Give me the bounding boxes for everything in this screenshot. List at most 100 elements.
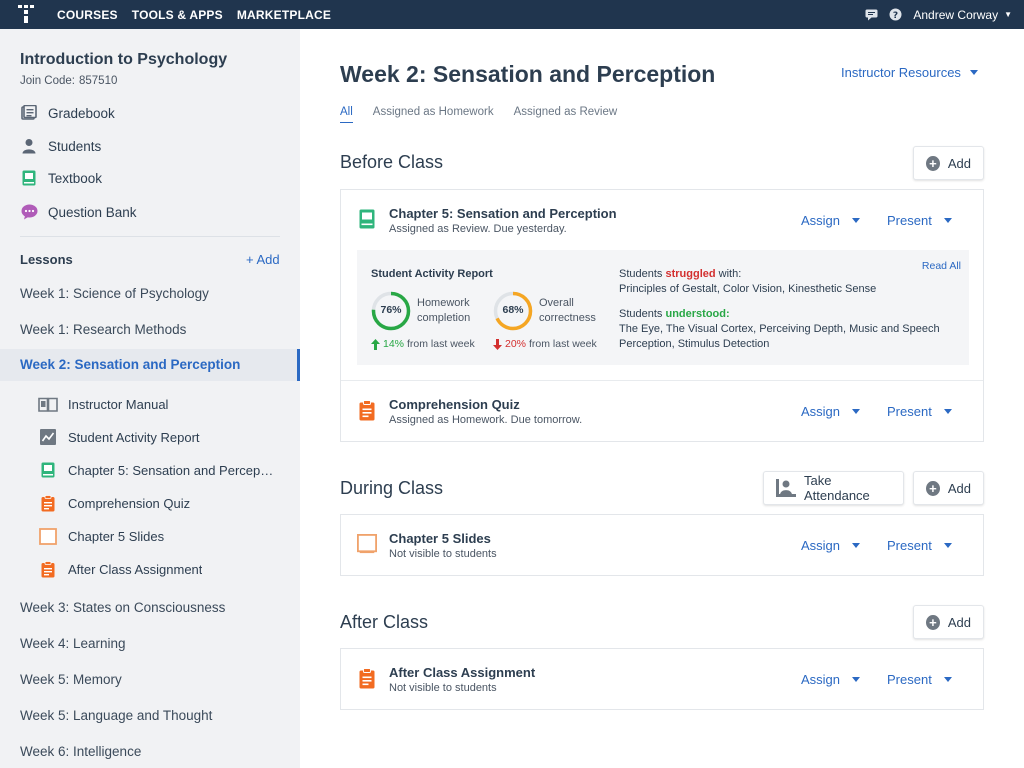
read-all-link[interactable]: Read All xyxy=(922,260,961,272)
take-attendance-button[interactable]: Take Attendance xyxy=(763,471,904,505)
nav-marketplace[interactable]: MARKETPLACE xyxy=(237,8,331,22)
understood-keyword: understood: xyxy=(665,308,730,320)
correctness-label: Overall correctness xyxy=(539,296,596,326)
after-class-card: After Class Assignment Not visible to st… xyxy=(340,648,984,710)
present-dropdown[interactable]: Present xyxy=(887,404,952,419)
homework-completion-ring: 76% xyxy=(371,291,411,331)
lesson-week-1-science[interactable]: Week 1: Science of Psychology xyxy=(20,286,209,301)
section-title-during-class: During Class xyxy=(340,478,444,498)
lesson-item-comprehension-quiz[interactable]: Comprehension Quiz xyxy=(38,493,278,513)
lesson-week-2-active[interactable]: Week 2: Sensation and Perception xyxy=(0,349,300,381)
slides-icon xyxy=(357,533,377,555)
sidebar-link-gradebook[interactable]: Gradebook xyxy=(20,103,115,123)
correctness-pct: 68% xyxy=(502,304,524,316)
quiz-icon xyxy=(38,494,58,512)
present-label: Present xyxy=(887,538,932,553)
add-during-class-button[interactable]: + Add xyxy=(913,471,984,505)
svg-text:?: ? xyxy=(893,11,898,21)
assign-dropdown[interactable]: Assign xyxy=(801,404,861,419)
sidebar-link-textbook[interactable]: Textbook xyxy=(20,168,102,188)
plus-icon: + xyxy=(926,155,940,171)
lesson-week-1-research[interactable]: Week 1: Research Methods xyxy=(20,322,186,337)
instructor-resources-label: Instructor Resources xyxy=(841,65,961,80)
chevron-down-icon[interactable]: ▼ xyxy=(1004,10,1012,19)
chevron-down-icon xyxy=(943,677,952,682)
homework-label-line1: Homework xyxy=(417,297,470,309)
chevron-down-icon xyxy=(943,218,952,223)
manual-icon xyxy=(38,395,58,413)
lesson-week-5-language[interactable]: Week 5: Language and Thought xyxy=(20,708,212,723)
lesson-item-label: Student Activity Report xyxy=(68,429,200,445)
homework-label-line2: completion xyxy=(417,312,471,324)
nav-courses[interactable]: COURSES xyxy=(57,8,118,22)
report-title: Student Activity Report xyxy=(371,268,493,280)
sidebar-link-students[interactable]: Students xyxy=(20,136,101,156)
homework-delta: 14% from last week xyxy=(371,338,475,350)
struggled-suffix: with: xyxy=(718,268,742,280)
user-menu[interactable]: Andrew Corway xyxy=(913,8,998,22)
report-icon xyxy=(38,428,58,446)
chevron-down-icon xyxy=(969,70,978,75)
sidebar-link-question-bank[interactable]: Question Bank xyxy=(20,202,137,222)
understood-prefix: Students xyxy=(619,308,663,320)
assign-dropdown[interactable]: Assign xyxy=(801,672,861,687)
tab-assigned-review[interactable]: Assigned as Review xyxy=(514,106,618,123)
present-label: Present xyxy=(887,672,932,687)
gradebook-icon xyxy=(20,104,38,122)
lesson-item-instructor-manual[interactable]: Instructor Manual xyxy=(38,394,278,414)
assign-dropdown[interactable]: Assign xyxy=(801,213,861,228)
list-item-comprehension-quiz[interactable]: Comprehension Quiz Assigned as Homework.… xyxy=(341,381,983,441)
nav-tools-apps[interactable]: TOOLS & APPS xyxy=(132,8,223,22)
section-title-before-class: Before Class xyxy=(340,152,444,172)
list-item-chapter-5-slides[interactable]: Chapter 5 Slides Not visible to students… xyxy=(341,515,983,575)
join-code: Join Code: 857510 xyxy=(20,75,117,87)
arrow-up-icon xyxy=(371,338,380,350)
item-title: After Class Assignment xyxy=(389,665,536,680)
present-dropdown[interactable]: Present xyxy=(887,213,952,228)
struggled-prefix: Students xyxy=(619,268,663,280)
sidebar-link-label: Students xyxy=(48,138,102,154)
help-icon[interactable]: ? xyxy=(889,8,902,21)
assign-label: Assign xyxy=(801,538,841,553)
logo-icon[interactable] xyxy=(18,5,34,23)
lesson-week-6[interactable]: Week 6: Intelligence xyxy=(20,744,141,759)
lesson-item-chapter-5[interactable]: Chapter 5: Sensation and Percep… xyxy=(38,460,278,480)
lesson-item-chapter-5-slides[interactable]: Chapter 5 Slides xyxy=(38,526,278,546)
assign-dropdown[interactable]: Assign xyxy=(801,538,861,553)
sidebar: Introduction to Psychology Join Code: 857… xyxy=(0,29,300,768)
instructor-resources-dropdown[interactable]: Instructor Resources xyxy=(841,65,978,80)
present-dropdown[interactable]: Present xyxy=(887,538,952,553)
add-before-class-button[interactable]: + Add xyxy=(913,146,984,180)
list-item-after-class-assignment[interactable]: After Class Assignment Not visible to st… xyxy=(341,649,983,709)
present-dropdown[interactable]: Present xyxy=(887,672,952,687)
lesson-item-activity-report[interactable]: Student Activity Report xyxy=(38,427,278,447)
lessons-heading: Lessons xyxy=(20,252,73,267)
item-subtitle: Not visible to students xyxy=(389,548,497,560)
homework-label: Homework completion xyxy=(417,296,470,326)
lesson-item-label: Chapter 5 Slides xyxy=(68,528,165,544)
lesson-week-3[interactable]: Week 3: States on Consciousness xyxy=(20,600,225,615)
lesson-week-2-label: Week 2: Sensation and Perception xyxy=(20,357,241,372)
lesson-week-4[interactable]: Week 4: Learning xyxy=(20,636,126,651)
assignment-icon xyxy=(357,667,377,689)
chevron-down-icon xyxy=(943,409,952,414)
top-nav: COURSES TOOLS & APPS MARKETPLACE xyxy=(57,0,331,29)
struggled-keyword: struggled xyxy=(665,268,716,280)
tab-all[interactable]: All xyxy=(340,106,353,123)
present-label: Present xyxy=(887,404,932,419)
before-class-card: Chapter 5: Sensation and Perception Assi… xyxy=(340,189,984,442)
sidebar-link-label: Textbook xyxy=(48,170,103,186)
lesson-week-5-memory[interactable]: Week 5: Memory xyxy=(20,672,122,687)
add-lesson-button[interactable]: + Add xyxy=(246,252,280,267)
list-item-chapter-5[interactable]: Chapter 5: Sensation and Perception Assi… xyxy=(341,190,983,250)
chevron-down-icon xyxy=(852,409,861,414)
add-after-class-button[interactable]: + Add xyxy=(913,605,984,639)
chat-icon[interactable] xyxy=(865,8,878,21)
homework-delta-value: 14% xyxy=(383,338,405,350)
homework-delta-suffix: from last week xyxy=(407,338,475,350)
filter-tabs: All Assigned as Homework Assigned as Rev… xyxy=(340,106,637,123)
tab-assigned-homework[interactable]: Assigned as Homework xyxy=(373,106,494,123)
page-title: Week 2: Sensation and Perception xyxy=(340,61,716,87)
lesson-item-after-class-assignment[interactable]: After Class Assignment xyxy=(38,559,278,579)
lesson-item-label: Chapter 5: Sensation and Percep… xyxy=(68,462,274,478)
